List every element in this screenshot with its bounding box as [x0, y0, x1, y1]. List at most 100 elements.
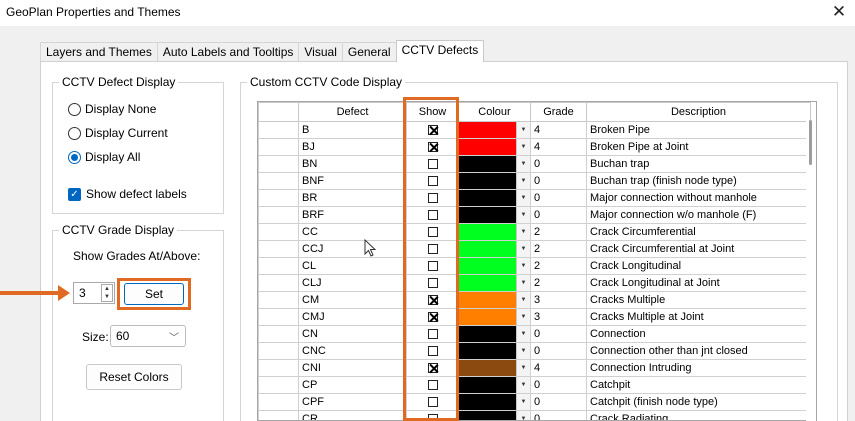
checked-box-icon[interactable]: [427, 125, 438, 136]
chevron-down-icon[interactable]: ▼: [516, 258, 530, 274]
reset-colors-button[interactable]: Reset Colors: [86, 364, 182, 390]
description-cell[interactable]: Cracks Multiple at Joint: [586, 308, 811, 326]
chevron-down-icon[interactable]: ▼: [516, 224, 530, 240]
checkbox-icon[interactable]: [427, 159, 438, 170]
vertical-scrollbar[interactable]: [806, 120, 816, 421]
description-cell[interactable]: Broken Pipe: [586, 121, 811, 139]
show-cell[interactable]: [406, 410, 459, 420]
chevron-down-icon[interactable]: ▼: [516, 394, 530, 410]
colour-cell[interactable]: ▼: [458, 206, 531, 224]
grade-cell[interactable]: 2: [530, 257, 587, 275]
column-header-grade[interactable]: Grade: [530, 102, 587, 122]
defect-cell[interactable]: CC: [298, 223, 407, 241]
defect-cell[interactable]: CPF: [298, 393, 407, 411]
chevron-down-icon[interactable]: ▼: [516, 122, 530, 138]
grade-cell[interactable]: 4: [530, 138, 587, 156]
colour-cell[interactable]: ▼: [458, 240, 531, 258]
show-cell[interactable]: [406, 359, 459, 377]
chevron-down-icon[interactable]: ▼: [516, 360, 530, 376]
table-row[interactable]: BNF ▼ 0 Buchan trap (finish node type): [258, 172, 811, 190]
row-header[interactable]: [258, 274, 299, 292]
grade-cell[interactable]: 0: [530, 155, 587, 173]
checked-box-icon[interactable]: [427, 363, 438, 374]
description-cell[interactable]: Crack Longitudinal: [586, 257, 811, 275]
checkbox-icon[interactable]: [427, 193, 438, 204]
checkbox-icon[interactable]: [427, 244, 438, 255]
show-cell[interactable]: [406, 274, 459, 292]
colour-cell[interactable]: ▼: [458, 274, 531, 292]
defect-cell[interactable]: CP: [298, 376, 407, 394]
row-header[interactable]: [258, 155, 299, 173]
show-cell[interactable]: [406, 291, 459, 309]
table-row[interactable]: CP ▼ 0 Catchpit: [258, 376, 811, 394]
checkbox-icon[interactable]: [427, 278, 438, 289]
colour-cell[interactable]: ▼: [458, 257, 531, 275]
chevron-down-icon[interactable]: ▼: [516, 343, 530, 359]
row-header[interactable]: [258, 359, 299, 377]
chevron-down-icon[interactable]: ▼: [516, 173, 530, 189]
table-row[interactable]: BR ▼ 0 Major connection without manhole: [258, 189, 811, 207]
grade-cell[interactable]: 4: [530, 359, 587, 377]
defect-cell[interactable]: CL: [298, 257, 407, 275]
colour-cell[interactable]: ▼: [458, 342, 531, 360]
table-row[interactable]: CM ▼ 3 Cracks Multiple: [258, 291, 811, 309]
chevron-down-icon[interactable]: ▼: [516, 326, 530, 342]
checked-box-icon[interactable]: [427, 295, 438, 306]
table-row[interactable]: BN ▼ 0 Buchan trap: [258, 155, 811, 173]
checkbox-icon[interactable]: [427, 261, 438, 272]
defect-cell[interactable]: CCJ: [298, 240, 407, 258]
defect-cell[interactable]: CR: [298, 410, 407, 420]
size-dropdown[interactable]: 60 ﹀: [110, 325, 186, 347]
defect-cell[interactable]: BJ: [298, 138, 407, 156]
table-row[interactable]: BRF ▼ 0 Major connection w/o manhole (F): [258, 206, 811, 224]
spin-up-icon[interactable]: ▲: [102, 285, 112, 293]
show-cell[interactable]: [406, 393, 459, 411]
chevron-down-icon[interactable]: ▼: [516, 292, 530, 308]
colour-cell[interactable]: ▼: [458, 172, 531, 190]
description-cell[interactable]: Catchpit: [586, 376, 811, 394]
row-header[interactable]: [258, 138, 299, 156]
description-cell[interactable]: Connection other than jnt closed: [586, 342, 811, 360]
checkbox-icon[interactable]: [427, 227, 438, 238]
table-row[interactable]: CLJ ▼ 2 Crack Longitudinal at Joint: [258, 274, 811, 292]
row-header[interactable]: [258, 189, 299, 207]
description-cell[interactable]: Crack Longitudinal at Joint: [586, 274, 811, 292]
show-cell[interactable]: [406, 155, 459, 173]
defect-grid[interactable]: Defect Show Colour Grade Description B ▼ 4…: [257, 101, 817, 421]
table-row[interactable]: CNC ▼ 0 Connection other than jnt closed: [258, 342, 811, 360]
colour-cell[interactable]: ▼: [458, 121, 531, 139]
scrollbar-thumb[interactable]: [809, 120, 812, 165]
grade-cell[interactable]: 0: [530, 189, 587, 207]
colour-cell[interactable]: ▼: [458, 325, 531, 343]
checkbox-icon[interactable]: [427, 210, 438, 221]
chevron-down-icon[interactable]: ▼: [516, 377, 530, 393]
chevron-down-icon[interactable]: ▼: [516, 275, 530, 291]
show-cell[interactable]: [406, 189, 459, 207]
grade-cell[interactable]: 2: [530, 240, 587, 258]
defect-cell[interactable]: CMJ: [298, 308, 407, 326]
row-header[interactable]: [258, 291, 299, 309]
grade-cell[interactable]: 3: [530, 291, 587, 309]
checked-box-icon[interactable]: [427, 142, 438, 153]
row-header[interactable]: [258, 393, 299, 411]
colour-cell[interactable]: ▼: [458, 189, 531, 207]
show-cell[interactable]: [406, 172, 459, 190]
defect-cell[interactable]: BNF: [298, 172, 407, 190]
set-button[interactable]: Set: [124, 283, 184, 305]
grade-cell[interactable]: 2: [530, 274, 587, 292]
colour-cell[interactable]: ▼: [458, 376, 531, 394]
show-cell[interactable]: [406, 240, 459, 258]
show-defect-labels-checkbox[interactable]: ✓ Show defect labels: [68, 187, 187, 201]
colour-cell[interactable]: ▼: [458, 410, 531, 420]
checkbox-icon[interactable]: [427, 414, 438, 420]
show-cell[interactable]: [406, 223, 459, 241]
row-header[interactable]: [258, 206, 299, 224]
show-cell[interactable]: [406, 206, 459, 224]
show-cell[interactable]: [406, 138, 459, 156]
description-cell[interactable]: Crack Circumferential at Joint: [586, 240, 811, 258]
show-cell[interactable]: [406, 325, 459, 343]
table-row[interactable]: CN ▼ 0 Connection: [258, 325, 811, 343]
defect-cell[interactable]: CNC: [298, 342, 407, 360]
chevron-down-icon[interactable]: ▼: [516, 411, 530, 420]
description-cell[interactable]: Broken Pipe at Joint: [586, 138, 811, 156]
